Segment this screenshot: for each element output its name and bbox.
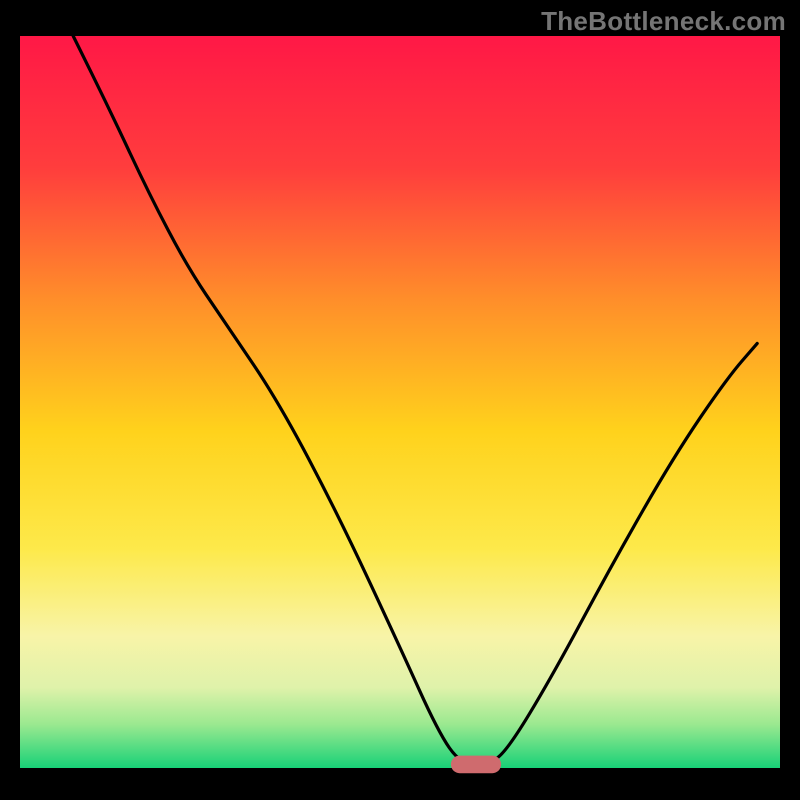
sweet-spot-marker bbox=[451, 756, 501, 774]
plot-background bbox=[20, 36, 780, 768]
bottleneck-chart bbox=[0, 0, 800, 800]
watermark-text: TheBottleneck.com bbox=[541, 6, 786, 37]
